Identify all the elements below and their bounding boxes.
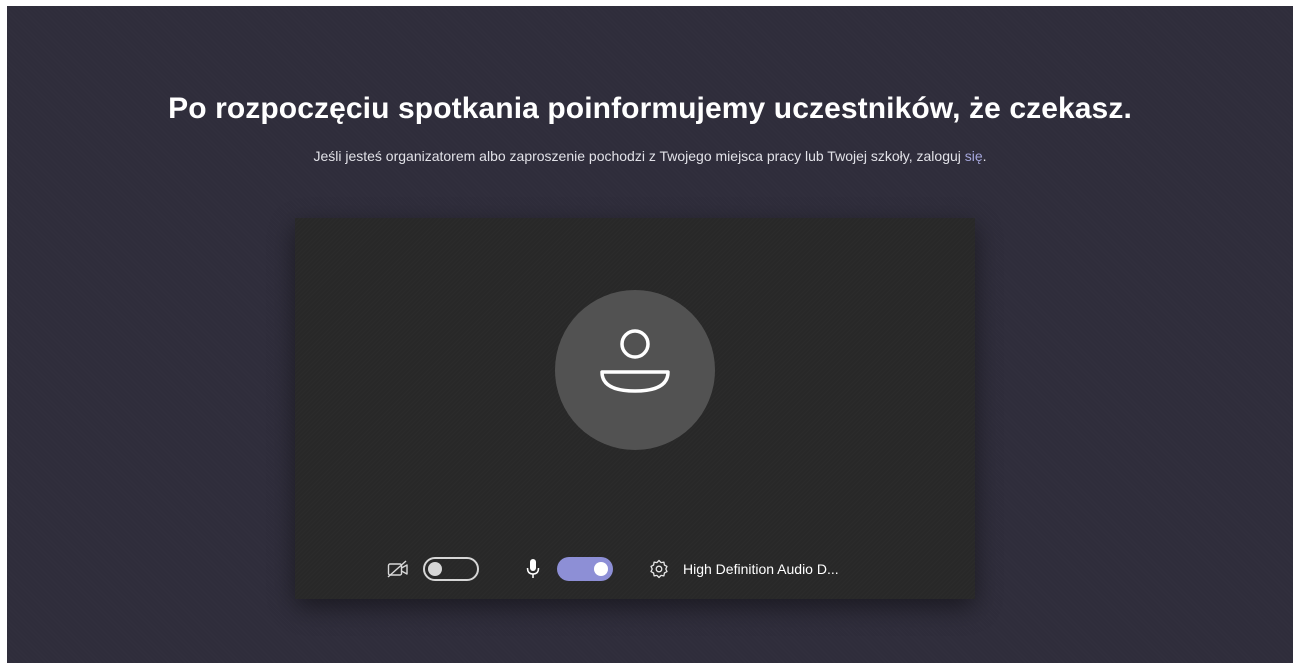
page-subtitle: Jeśli jesteś organizatorem albo zaprosze…: [7, 148, 1293, 164]
subtitle-text: Jeśli jesteś organizatorem albo zaprosze…: [313, 148, 965, 164]
video-preview: High Definition Audio D...: [295, 218, 975, 599]
audio-device-label: High Definition Audio D...: [683, 561, 839, 577]
microphone-icon: [526, 559, 540, 578]
camera-toggle[interactable]: [423, 557, 479, 581]
gear-icon: [650, 559, 668, 579]
camera-off-icon: [387, 560, 408, 578]
microphone-toggle-knob: [594, 562, 608, 576]
device-controls: High Definition Audio D...: [295, 554, 975, 584]
sign-in-link[interactable]: się: [965, 148, 983, 164]
pre-join-screen: Po rozpoczęciu spotkania poinformujemy u…: [7, 6, 1293, 663]
page-title: Po rozpoczęciu spotkania poinformujemy u…: [168, 92, 1132, 125]
camera-toggle-knob: [428, 562, 442, 576]
subtitle-period: .: [982, 148, 987, 164]
person-icon: [600, 329, 670, 393]
microphone-toggle[interactable]: [557, 557, 613, 581]
avatar: [555, 290, 715, 450]
